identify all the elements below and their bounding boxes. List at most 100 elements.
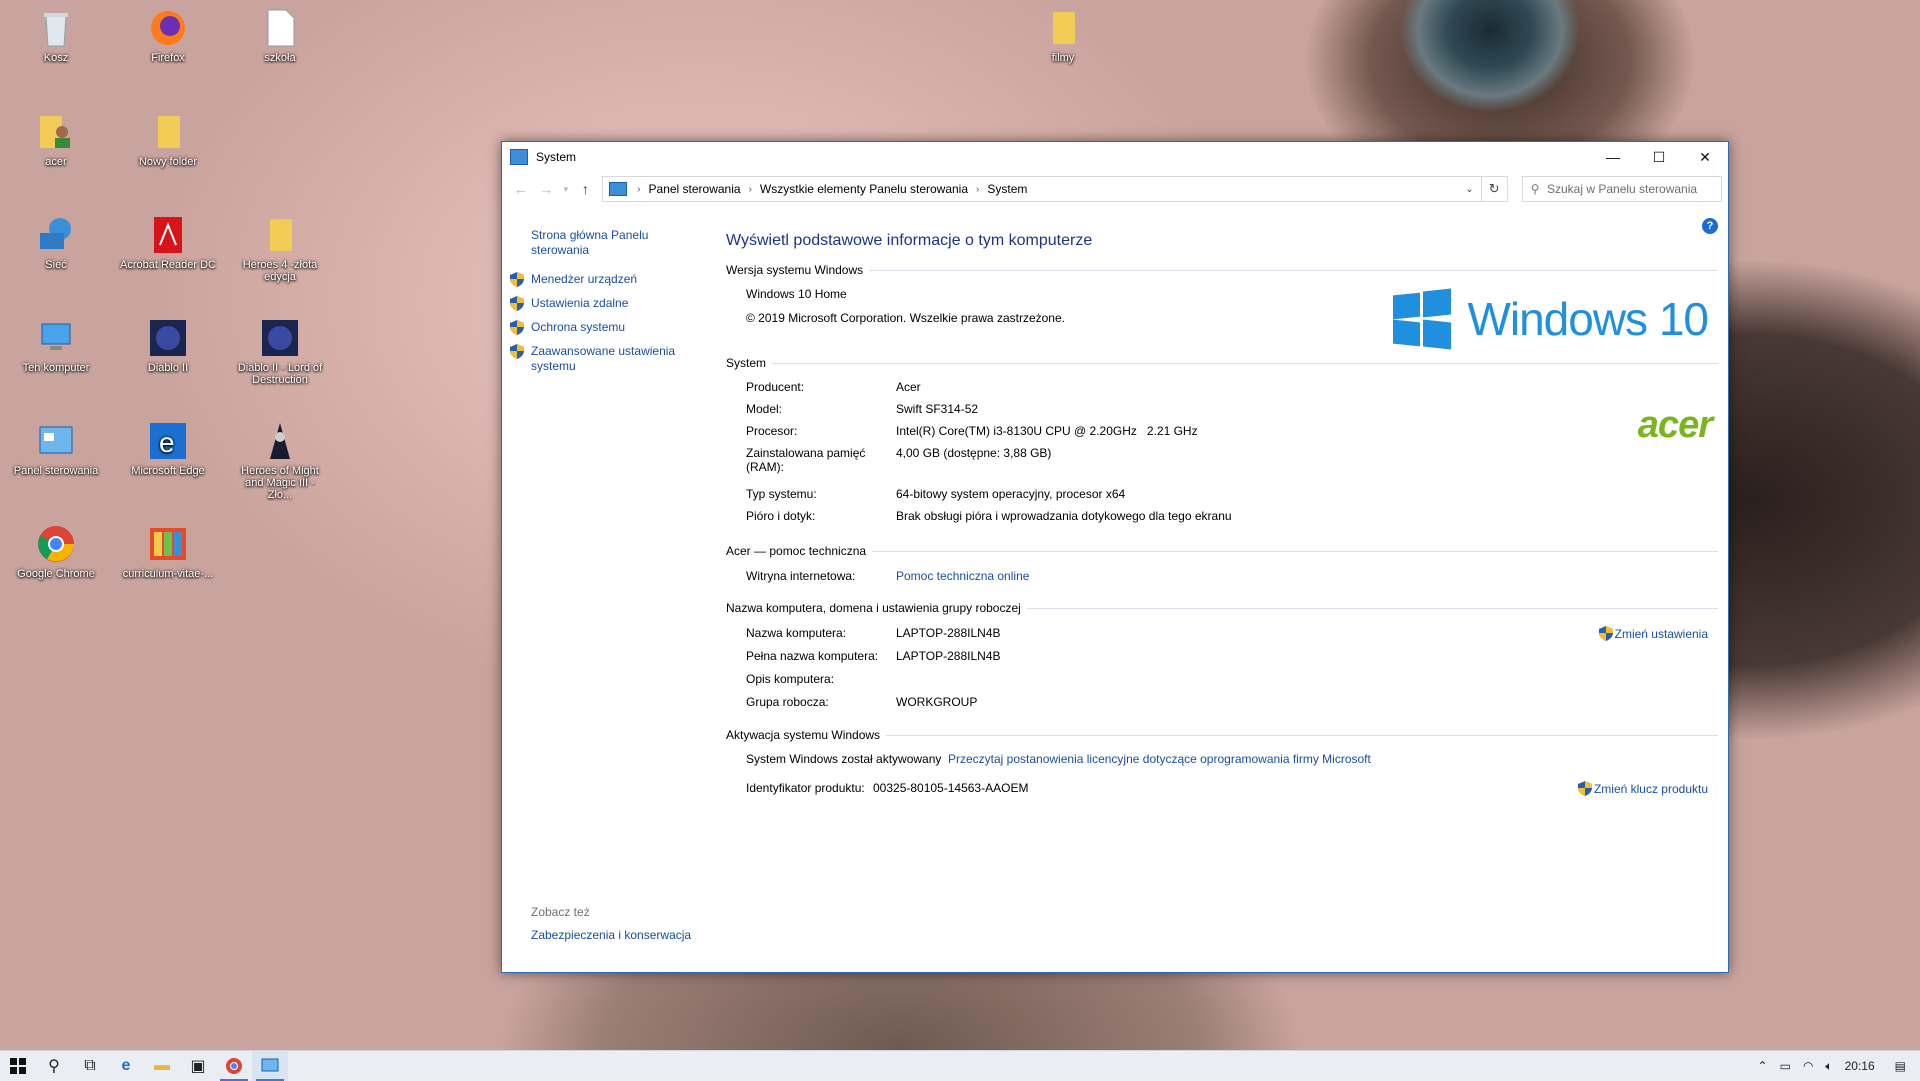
control-panel-icon[interactable] (252, 1051, 288, 1081)
device-manager-link[interactable]: Menedżer urządzeń (510, 272, 691, 287)
recent-locations-chevron-icon[interactable]: ▾ (559, 184, 573, 195)
chevron-down-icon[interactable]: ⌄ (1459, 184, 1481, 195)
desktop-icon-diablo2-lod[interactable]: Diablo II - Lord of Destruction (232, 318, 328, 386)
info-label: Zainstalowana pamięć (RAM): (746, 446, 866, 474)
store-icon[interactable]: ▣ (180, 1051, 216, 1081)
system-protection-link[interactable]: Ochrona systemu (510, 320, 691, 335)
advanced-settings-link[interactable]: Zaawansowane ustawienia systemu (510, 344, 691, 374)
desktop-icon-heroes3[interactable]: Heroes of Might and Magic III - Zło... (232, 421, 328, 501)
desktop-icon-diablo2[interactable]: Diablo II (120, 318, 216, 374)
control-panel-home-link[interactable]: Strona główna Panelu sterowania (531, 228, 681, 258)
info-value: LAPTOP-288ILN4B (896, 649, 1001, 663)
info-value: Swift SF314-52 (896, 402, 979, 416)
desktop-icon-label: Acrobat Reader DC (120, 259, 216, 271)
breadcrumb-panel-sterowania[interactable]: Panel sterowania (645, 182, 745, 196)
start-button[interactable] (0, 1051, 36, 1081)
folder-icon (148, 112, 188, 152)
window-controls: — ☐ ✕ (1590, 142, 1728, 172)
desktop-icon-label: Diablo II - Lord of Destruction (237, 362, 323, 386)
search-input[interactable]: ⚲ Szukaj w Panelu sterowania (1521, 176, 1722, 202)
desktop-icon-recycle-bin[interactable]: Kosz (8, 8, 104, 64)
maximize-button[interactable]: ☐ (1636, 142, 1682, 172)
info-label: Nazwa komputera: (746, 626, 847, 640)
sidebar-link-label: Menedżer urządzeń (531, 272, 638, 286)
windows-edition-header: Wersja systemu Windows (726, 263, 1718, 277)
file-explorer-icon[interactable]: ▬ (144, 1051, 180, 1081)
recycle-bin-icon (36, 8, 76, 48)
notifications-icon[interactable]: ▤ (1895, 1059, 1906, 1073)
minimize-button[interactable]: — (1590, 142, 1636, 172)
back-arrow-icon[interactable]: ← (508, 181, 533, 197)
title-bar[interactable]: System — ☐ ✕ (502, 142, 1728, 172)
chrome-icon (36, 524, 76, 564)
search-icon: ⚲ (1530, 182, 1540, 196)
shield-icon (510, 272, 524, 287)
window-title: System (536, 150, 577, 164)
desktop-icon-label: Firefox (151, 52, 185, 64)
desktop-icon-siec[interactable]: Sieć (8, 215, 104, 271)
desktop-icon-edge[interactable]: e Microsoft Edge (120, 421, 216, 477)
security-maintenance-link[interactable]: Zabezpieczenia i konserwacja (531, 928, 691, 942)
desktop-icon-nowy-folder[interactable]: Nowy folder (120, 112, 216, 168)
desktop-icon-firefox[interactable]: Firefox (120, 8, 216, 64)
forward-arrow-icon[interactable]: → (533, 181, 558, 197)
acrobat-icon (148, 215, 188, 255)
taskbar: ⚲ ⧉ e ▬ ▣ ⌃ ▭ ◠ 🔈︎ 20:16 ▤ (0, 1050, 1920, 1081)
activation-header: Aktywacja systemu Windows (726, 728, 1718, 742)
address-bar[interactable]: › Panel sterowania › Wszystkie elementy … (602, 176, 1482, 202)
refresh-icon: ↻ (1488, 181, 1500, 196)
desktop-icon-heroes4[interactable]: Heroes 4 -złota edycja (232, 215, 328, 283)
navigation-bar: ← → ▾ ↑ › Panel sterowania › Wszystkie e… (502, 172, 1728, 206)
desktop-icon-acer[interactable]: acer (8, 112, 104, 168)
info-label: Opis komputera: (746, 672, 835, 686)
desktop-icon-szkola[interactable]: szkoła (232, 8, 328, 64)
change-product-key-link[interactable]: Zmień klucz produktu (1577, 781, 1708, 796)
section-heading: Aktywacja systemu Windows (726, 728, 881, 742)
info-value: LAPTOP-288ILN4B (896, 626, 1001, 640)
chevron-up-icon[interactable]: ⌃ (1758, 1059, 1768, 1073)
desktop-icon-cv[interactable]: curriculum-vitae-... (120, 524, 216, 580)
system-app-icon (510, 149, 528, 165)
change-settings-link[interactable]: Zmień ustawienia (1598, 626, 1708, 641)
clock[interactable]: 20:16 (1845, 1059, 1875, 1073)
section-heading: System (726, 356, 767, 370)
breadcrumb-system[interactable]: System (983, 182, 1031, 196)
info-value: Acer (896, 380, 921, 394)
battery-icon[interactable]: ▭ (1780, 1059, 1791, 1073)
desktop-icon-label: Microsoft Edge (131, 465, 205, 477)
task-view-icon[interactable]: ⧉ (72, 1051, 108, 1081)
online-support-link[interactable]: Pomoc techniczna online (896, 569, 1029, 583)
sidebar-link-label: Ustawienia zdalne (531, 296, 629, 310)
desktop-icon-chrome[interactable]: Google Chrome (8, 524, 104, 580)
desktop-icon-acrobat[interactable]: Acrobat Reader DC (120, 215, 216, 271)
change-product-key-label: Zmień klucz produktu (1593, 781, 1708, 796)
desktop-icon-panel-sterowania[interactable]: Panel sterowania (8, 421, 104, 477)
support-header: Acer — pomoc techniczna (726, 544, 1718, 558)
refresh-button[interactable]: ↻ (1481, 176, 1508, 202)
desktop-icon-label: Kosz (43, 52, 69, 64)
system-header: System (726, 356, 1718, 370)
section-heading: Wersja systemu Windows (726, 263, 864, 277)
up-arrow-icon[interactable]: ↑ (573, 181, 598, 197)
license-terms-link[interactable]: Przeczytaj postanowienia licencyjne doty… (948, 752, 1371, 766)
shield-icon (1598, 626, 1613, 641)
edge-icon[interactable]: e (108, 1051, 144, 1081)
breadcrumb-all-items[interactable]: Wszystkie elementy Panelu sterowania (756, 182, 972, 196)
search-icon[interactable]: ⚲ (36, 1051, 72, 1081)
diablo-icon (260, 318, 300, 358)
help-icon[interactable]: ? (1702, 218, 1718, 234)
see-also-heading: Zobacz też (531, 905, 590, 919)
desktop-icon-ten-komputer[interactable]: Ten komputer (8, 318, 104, 374)
desktop-icon-filmy[interactable]: filmy (1015, 8, 1111, 64)
chrome-icon[interactable] (216, 1051, 252, 1081)
info-value: 64-bitowy system operacyjny, procesor x6… (896, 487, 1126, 501)
info-label: Typ systemu: (746, 487, 817, 501)
user-folder-icon (36, 112, 76, 152)
wifi-icon[interactable]: ◠ (1803, 1059, 1813, 1073)
remote-settings-link[interactable]: Ustawienia zdalne (510, 296, 691, 311)
desktop-icon-label: Heroes of Might and Magic III - Zło... (241, 465, 319, 501)
info-value: Intel(R) Core(TM) i3-8130U CPU @ 2.20GHz… (896, 424, 1198, 438)
info-label: Procesor: (746, 424, 798, 438)
close-button[interactable]: ✕ (1682, 142, 1728, 172)
volume-icon[interactable]: 🔈︎ (1825, 1059, 1832, 1074)
